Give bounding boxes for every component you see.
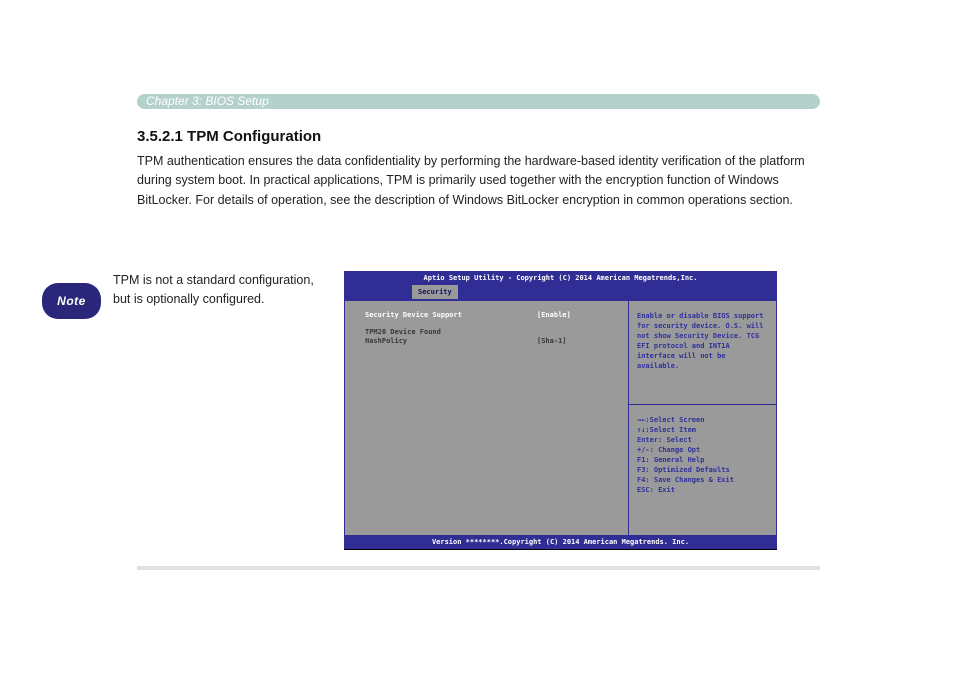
key-select: Enter: Select xyxy=(637,435,768,445)
setting-label: HashPolicy xyxy=(365,337,537,345)
footer-model: T160 G10 User Manual xyxy=(137,571,245,582)
bios-settings-pane: Security Device Support [Enable] TPM20 D… xyxy=(345,301,629,535)
key-change-opt: +/-: Change Opt xyxy=(637,445,768,455)
setting-label: Security Device Support xyxy=(365,311,537,319)
bios-key-legend: →←:Select Screen ↑↓:Select Item Enter: S… xyxy=(629,405,776,535)
setting-label: TPM20 Device Found xyxy=(365,328,537,336)
tab-security[interactable]: Security xyxy=(412,285,458,299)
key-optimized-defaults: F3: Optimized Defaults xyxy=(637,465,768,475)
note-badge-label: Note xyxy=(57,294,86,308)
bios-main: Security Device Support [Enable] TPM20 D… xyxy=(344,300,777,536)
key-select-item: ↑↓:Select Item xyxy=(637,425,768,435)
key-select-screen: →←:Select Screen xyxy=(637,415,768,425)
note-text: TPM is not a standard configuration, but… xyxy=(113,271,333,310)
bios-header: Aptio Setup Utility - Copyright (C) 2014… xyxy=(344,271,777,285)
chapter-label: Chapter 3: BIOS Setup xyxy=(146,94,269,108)
bios-tabbar: Security xyxy=(344,285,777,300)
setting-hashpolicy[interactable]: HashPolicy [Sha-1] xyxy=(345,337,628,345)
bios-help-text: Enable or disable BIOS support for secur… xyxy=(629,301,776,405)
bios-footer: Version ********.Copyright (C) 2014 Amer… xyxy=(344,536,777,549)
key-save-exit: F4: Save Changes & Exit xyxy=(637,475,768,485)
note-badge: Note xyxy=(42,283,101,319)
page-footer: T160 G10 User Manual 30 xyxy=(137,569,820,583)
section-title: 3.5.2.1 TPM Configuration xyxy=(137,128,321,145)
setting-value: [Enable] xyxy=(537,311,571,319)
footer-page: 30 xyxy=(807,571,820,582)
key-exit: ESC: Exit xyxy=(637,485,768,495)
key-general-help: F1: General Help xyxy=(637,455,768,465)
setting-tpm20-found: TPM20 Device Found xyxy=(345,328,628,336)
section-body: TPM authentication ensures the data conf… xyxy=(137,152,820,210)
setting-value: [Sha-1] xyxy=(537,337,567,345)
bios-help-pane: Enable or disable BIOS support for secur… xyxy=(629,301,776,535)
bios-window: Aptio Setup Utility - Copyright (C) 2014… xyxy=(344,271,777,550)
setting-security-device-support[interactable]: Security Device Support [Enable] xyxy=(345,311,628,319)
